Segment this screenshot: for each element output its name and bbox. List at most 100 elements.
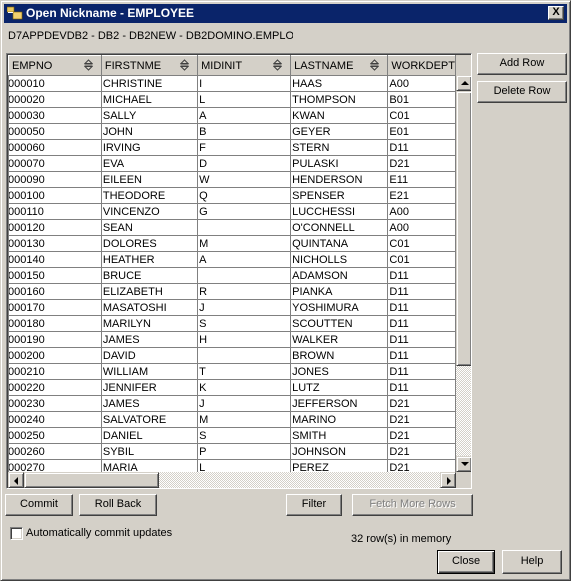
cell-empno[interactable]: 000130 bbox=[8, 235, 102, 252]
table-row[interactable]: 000180 MARILYN S SCOUTTEN D11 bbox=[8, 315, 456, 332]
cell-empno[interactable]: 000270 bbox=[8, 459, 102, 472]
cell-midinit[interactable]: H bbox=[197, 331, 292, 348]
table-row[interactable]: 000130 DOLORES M QUINTANA C01 bbox=[8, 235, 456, 252]
cell-workdept[interactable]: E01 bbox=[387, 123, 456, 140]
cell-lastname[interactable]: PULASKI bbox=[290, 155, 389, 172]
cell-workdept[interactable]: D11 bbox=[387, 363, 456, 380]
cell-empno[interactable]: 000120 bbox=[8, 219, 102, 236]
table-row[interactable]: 000020 MICHAEL L THOMPSON B01 bbox=[8, 91, 456, 108]
cell-lastname[interactable]: SPENSER bbox=[290, 187, 389, 204]
delete-row-button[interactable]: Delete Row bbox=[477, 81, 567, 103]
roll-back-button[interactable]: Roll Back bbox=[79, 494, 157, 516]
cell-midinit[interactable]: G bbox=[197, 203, 292, 220]
table-row[interactable]: 000030 SALLY A KWAN C01 bbox=[8, 107, 456, 124]
cell-firstnme[interactable]: BRUCE bbox=[100, 267, 199, 284]
cell-empno[interactable]: 000240 bbox=[8, 411, 102, 428]
cell-empno[interactable]: 000210 bbox=[8, 363, 102, 380]
cell-workdept[interactable]: C01 bbox=[387, 235, 456, 252]
cell-lastname[interactable]: O'CONNELL bbox=[290, 219, 389, 236]
cell-midinit[interactable]: P bbox=[197, 443, 292, 460]
cell-lastname[interactable]: MARINO bbox=[290, 411, 389, 428]
cell-midinit[interactable]: F bbox=[197, 139, 292, 156]
column-header-firstnme[interactable]: FIRSTNME bbox=[100, 55, 199, 76]
cell-workdept[interactable]: E11 bbox=[387, 171, 456, 188]
cell-lastname[interactable]: BROWN bbox=[290, 347, 389, 364]
cell-lastname[interactable]: THOMPSON bbox=[290, 91, 389, 108]
cell-workdept[interactable]: D11 bbox=[387, 267, 456, 284]
cell-workdept[interactable]: D11 bbox=[387, 331, 456, 348]
cell-lastname[interactable]: QUINTANA bbox=[290, 235, 389, 252]
cell-firstnme[interactable]: JOHN bbox=[100, 123, 199, 140]
cell-midinit[interactable]: B bbox=[197, 123, 292, 140]
cell-empno[interactable]: 000150 bbox=[8, 267, 102, 284]
column-header-lastname[interactable]: LASTNAME bbox=[290, 55, 389, 76]
vertical-scroll-thumb[interactable] bbox=[456, 91, 471, 366]
cell-lastname[interactable]: GEYER bbox=[290, 123, 389, 140]
table-row[interactable]: 000200 DAVID BROWN D11 bbox=[8, 347, 456, 364]
cell-firstnme[interactable]: DOLORES bbox=[100, 235, 199, 252]
cell-firstnme[interactable]: SEAN bbox=[100, 219, 199, 236]
cell-firstnme[interactable]: WILLIAM bbox=[100, 363, 199, 380]
table-row[interactable]: 000100 THEODORE Q SPENSER E21 bbox=[8, 187, 456, 204]
cell-midinit[interactable]: S bbox=[197, 315, 292, 332]
table-row[interactable]: 000190 JAMES H WALKER D11 bbox=[8, 331, 456, 348]
cell-firstnme[interactable]: SALVATORE bbox=[100, 411, 199, 428]
table-row[interactable]: 000150 BRUCE ADAMSON D11 bbox=[8, 267, 456, 284]
cell-workdept[interactable]: A00 bbox=[387, 75, 456, 92]
cell-empno[interactable]: 000140 bbox=[8, 251, 102, 268]
cell-lastname[interactable]: HAAS bbox=[290, 75, 389, 92]
cell-empno[interactable]: 000200 bbox=[8, 347, 102, 364]
cell-midinit[interactable]: A bbox=[197, 251, 292, 268]
cell-workdept[interactable]: D11 bbox=[387, 283, 456, 300]
cell-workdept[interactable]: D21 bbox=[387, 443, 456, 460]
vertical-scrollbar[interactable] bbox=[456, 75, 471, 472]
cell-workdept[interactable]: D21 bbox=[387, 155, 456, 172]
sort-toggle-icon[interactable] bbox=[273, 59, 283, 71]
cell-firstnme[interactable]: SYBIL bbox=[100, 443, 199, 460]
cell-empno[interactable]: 000070 bbox=[8, 155, 102, 172]
table-row[interactable]: 000110 VINCENZO G LUCCHESSI A00 bbox=[8, 203, 456, 220]
cell-empno[interactable]: 000020 bbox=[8, 91, 102, 108]
cell-lastname[interactable]: WALKER bbox=[290, 331, 389, 348]
cell-midinit[interactable]: M bbox=[197, 235, 292, 252]
cell-midinit[interactable]: S bbox=[197, 427, 292, 444]
table-row[interactable]: 000250 DANIEL S SMITH D21 bbox=[8, 427, 456, 444]
table-row[interactable]: 000090 EILEEN W HENDERSON E11 bbox=[8, 171, 456, 188]
cell-lastname[interactable]: KWAN bbox=[290, 107, 389, 124]
sort-toggle-icon[interactable] bbox=[83, 59, 93, 71]
cell-firstnme[interactable]: ELIZABETH bbox=[100, 283, 199, 300]
cell-lastname[interactable]: SMITH bbox=[290, 427, 389, 444]
table-row[interactable]: 000240 SALVATORE M MARINO D21 bbox=[8, 411, 456, 428]
cell-empno[interactable]: 000190 bbox=[8, 331, 102, 348]
cell-lastname[interactable]: HENDERSON bbox=[290, 171, 389, 188]
horizontal-scrollbar[interactable] bbox=[8, 472, 456, 488]
cell-midinit[interactable]: K bbox=[197, 379, 292, 396]
cell-workdept[interactable]: D21 bbox=[387, 427, 456, 444]
table-row[interactable]: 000270 MARIA L PEREZ D21 bbox=[8, 459, 456, 472]
help-button[interactable]: Help bbox=[502, 550, 562, 574]
column-header-midinit[interactable]: MIDINIT bbox=[197, 55, 292, 76]
cell-empno[interactable]: 000170 bbox=[8, 299, 102, 316]
cell-empno[interactable]: 000010 bbox=[8, 75, 102, 92]
filter-button[interactable]: Filter bbox=[286, 494, 342, 516]
cell-firstnme[interactable]: JAMES bbox=[100, 395, 199, 412]
cell-empno[interactable]: 000090 bbox=[8, 171, 102, 188]
cell-lastname[interactable]: LUTZ bbox=[290, 379, 389, 396]
cell-workdept[interactable]: D21 bbox=[387, 395, 456, 412]
cell-firstnme[interactable]: JENNIFER bbox=[100, 379, 199, 396]
scroll-up-button[interactable] bbox=[456, 75, 471, 91]
cell-midinit[interactable]: L bbox=[197, 459, 292, 472]
cell-firstnme[interactable]: HEATHER bbox=[100, 251, 199, 268]
cell-empno[interactable]: 000230 bbox=[8, 395, 102, 412]
cell-firstnme[interactable]: MARIA bbox=[100, 459, 199, 472]
scroll-left-button[interactable] bbox=[8, 472, 24, 488]
scroll-right-button[interactable] bbox=[440, 472, 456, 488]
cell-firstnme[interactable]: EVA bbox=[100, 155, 199, 172]
cell-lastname[interactable]: JEFFERSON bbox=[290, 395, 389, 412]
cell-lastname[interactable]: ADAMSON bbox=[290, 267, 389, 284]
sort-toggle-icon[interactable] bbox=[180, 59, 190, 71]
cell-firstnme[interactable]: THEODORE bbox=[100, 187, 199, 204]
cell-lastname[interactable]: JONES bbox=[290, 363, 389, 380]
cell-firstnme[interactable]: VINCENZO bbox=[100, 203, 199, 220]
cell-midinit[interactable]: J bbox=[197, 299, 292, 316]
